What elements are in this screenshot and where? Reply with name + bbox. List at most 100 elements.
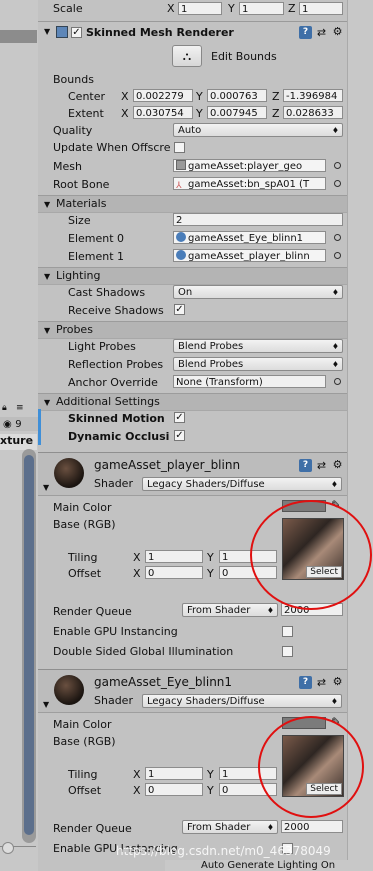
settings-gear-icon[interactable]: ⚙ — [331, 25, 344, 38]
material-preview-sphere — [54, 458, 84, 488]
element0-label: Element 0 — [68, 232, 125, 245]
skinned-mesh-renderer-header[interactable]: ▼ ✓ Skinned Mesh Renderer ? ⇄ ⚙ — [38, 23, 347, 43]
material2-shader-dropdown[interactable]: Legacy Shaders/Diffuse ♦ — [142, 694, 342, 708]
material1-header[interactable]: gameAsset_player_blinn ? ⇄ ⚙ ▼ Shader Le… — [38, 452, 347, 496]
extent-y-field[interactable]: 0.007945 — [207, 106, 267, 119]
element1-picker-icon[interactable] — [334, 252, 341, 259]
dropdown-arrow-icon: ♦ — [331, 288, 339, 297]
material2-render-queue-mode[interactable]: From Shader ♦ — [182, 820, 278, 834]
center-y-axis: Y — [196, 90, 203, 103]
offset-x-axis: X — [133, 784, 141, 797]
auto-generate-lighting-label: Auto Generate Lighting On — [201, 860, 336, 871]
root-bone-field[interactable]: ⅄ gameAsset:bn_spA01 (T — [173, 177, 326, 190]
skinned-motion-label: Skinned Motion — [68, 412, 165, 425]
edit-bounds-button[interactable]: ⛬ — [172, 45, 202, 67]
tiling-x-axis: X — [133, 768, 141, 781]
extent-z-axis: Z — [272, 107, 280, 120]
material1-gpu-instancing-checkbox[interactable] — [282, 626, 293, 637]
component-divider — [38, 21, 347, 22]
mesh-picker-icon[interactable] — [334, 162, 341, 169]
dropdown-arrow-icon: ♦ — [330, 480, 338, 489]
eye-off-icon[interactable]: ◉ — [3, 419, 12, 430]
update-offscreen-label: Update When Offscre — [53, 141, 171, 154]
anchor-override-field[interactable]: None (Transform) — [173, 375, 326, 388]
preset-icon[interactable]: ⇄ — [315, 676, 328, 689]
cast-shadows-dropdown[interactable]: On ♦ — [173, 285, 343, 299]
scale-z-field[interactable]: 1 — [299, 2, 343, 15]
skinned-motion-checkbox[interactable]: ✓ — [174, 412, 185, 423]
foldout-triangle-icon: ▼ — [44, 326, 51, 335]
material1-name: gameAsset_player_blinn — [94, 458, 241, 472]
dropdown-arrow-icon: ♦ — [331, 360, 339, 369]
help-icon[interactable]: ? — [299, 26, 312, 39]
offset-y-axis: Y — [207, 784, 214, 797]
collapse-triangle-icon[interactable]: ▼ — [44, 27, 50, 36]
preset-icon[interactable]: ⇄ — [315, 459, 328, 472]
material1-offset-x[interactable]: 0 — [145, 566, 203, 579]
skinned-mesh-icon — [56, 26, 68, 38]
scale-z-axis: Z — [288, 2, 296, 15]
override-indicator — [38, 409, 41, 445]
center-x-field[interactable]: 0.002279 — [133, 89, 193, 102]
center-y-field[interactable]: 0.000763 — [207, 89, 267, 102]
root-bone-picker-icon[interactable] — [334, 180, 341, 187]
help-icon[interactable]: ? — [299, 459, 312, 472]
element0-picker-icon[interactable] — [334, 234, 341, 241]
material2-header[interactable]: gameAsset_Eye_blinn1 ? ⇄ ⚙ ▼ Shader Lega… — [38, 669, 347, 713]
material1-shader-value: Legacy Shaders/Diffuse — [147, 479, 265, 490]
material1-double-sided-checkbox[interactable] — [282, 646, 293, 657]
material2-offset-x[interactable]: 0 — [145, 783, 203, 796]
materials-size-field[interactable]: 2 — [173, 213, 343, 226]
quality-dropdown[interactable]: Auto ♦ — [173, 123, 343, 137]
mesh-value: gameAsset:player_geo — [188, 161, 303, 172]
additional-settings-foldout[interactable]: ▼ Additional Settings — [38, 393, 347, 411]
hierarchy-selected-row[interactable] — [0, 30, 37, 43]
material1-render-queue-mode[interactable]: From Shader ♦ — [182, 603, 278, 617]
center-z-axis: Z — [272, 90, 280, 103]
left-scrollbar-thumb[interactable] — [24, 455, 34, 835]
element0-field[interactable]: gameAsset_Eye_blinn1 — [173, 231, 326, 244]
preset-icon[interactable]: ⇄ — [315, 26, 328, 39]
collapse-triangle-icon[interactable]: ▼ — [43, 483, 49, 492]
material2-render-queue-value[interactable]: 2000 — [281, 820, 343, 833]
scale-y-field[interactable]: 1 — [239, 2, 284, 15]
receive-shadows-checkbox[interactable]: ✓ — [174, 304, 185, 315]
update-offscreen-checkbox[interactable] — [174, 142, 185, 153]
light-probes-dropdown[interactable]: Blend Probes ♦ — [173, 339, 343, 353]
material2-tiling-x[interactable]: 1 — [145, 767, 203, 780]
settings-gear-icon[interactable]: ⚙ — [331, 458, 344, 471]
render-queue-mode-value: From Shader — [187, 822, 251, 833]
gpu-instancing-label: Enable GPU Instancing — [53, 625, 178, 638]
reflection-probes-dropdown[interactable]: Blend Probes ♦ — [173, 357, 343, 371]
menu-icon[interactable]: ≡ — [16, 403, 24, 413]
extent-x-field[interactable]: 0.030754 — [133, 106, 193, 119]
settings-gear-icon[interactable]: ⚙ — [331, 675, 344, 688]
scale-x-field[interactable]: 1 — [178, 2, 222, 15]
probes-foldout[interactable]: ▼ Probes — [38, 321, 347, 339]
dropdown-arrow-icon: ♦ — [266, 823, 274, 832]
reflection-probes-label: Reflection Probes — [68, 358, 164, 371]
lighting-foldout[interactable]: ▼ Lighting — [38, 267, 347, 285]
element1-field[interactable]: gameAsset_player_blinn — [173, 249, 326, 262]
help-icon[interactable]: ? — [299, 676, 312, 689]
dynamic-occlusion-checkbox[interactable]: ✓ — [174, 430, 185, 441]
materials-foldout[interactable]: ▼ Materials — [38, 195, 347, 213]
element1-label: Element 1 — [68, 250, 125, 263]
center-z-field[interactable]: -1.396984 — [283, 89, 343, 102]
eye-count: 9 — [15, 419, 22, 430]
bounds-label: Bounds — [53, 73, 94, 86]
extent-z-field[interactable]: 0.028633 — [283, 106, 343, 119]
material1-shader-dropdown[interactable]: Legacy Shaders/Diffuse ♦ — [142, 477, 342, 491]
material-preview-sphere — [54, 675, 84, 705]
texture-tab[interactable]: xture — [0, 434, 37, 450]
zoom-slider-knob[interactable] — [2, 842, 14, 854]
renderer-enabled-checkbox[interactable]: ✓ — [71, 27, 82, 38]
material1-tiling-x[interactable]: 1 — [145, 550, 203, 563]
material2-shader-value: Legacy Shaders/Diffuse — [147, 696, 265, 707]
mesh-field[interactable]: gameAsset:player_geo — [173, 159, 326, 172]
foldout-triangle-icon: ▼ — [44, 200, 51, 209]
lock-icon[interactable]: 🔒︎ — [2, 403, 7, 413]
offset-label: Offset — [68, 784, 102, 797]
collapse-triangle-icon[interactable]: ▼ — [43, 700, 49, 709]
anchor-override-picker-icon[interactable] — [334, 378, 341, 385]
